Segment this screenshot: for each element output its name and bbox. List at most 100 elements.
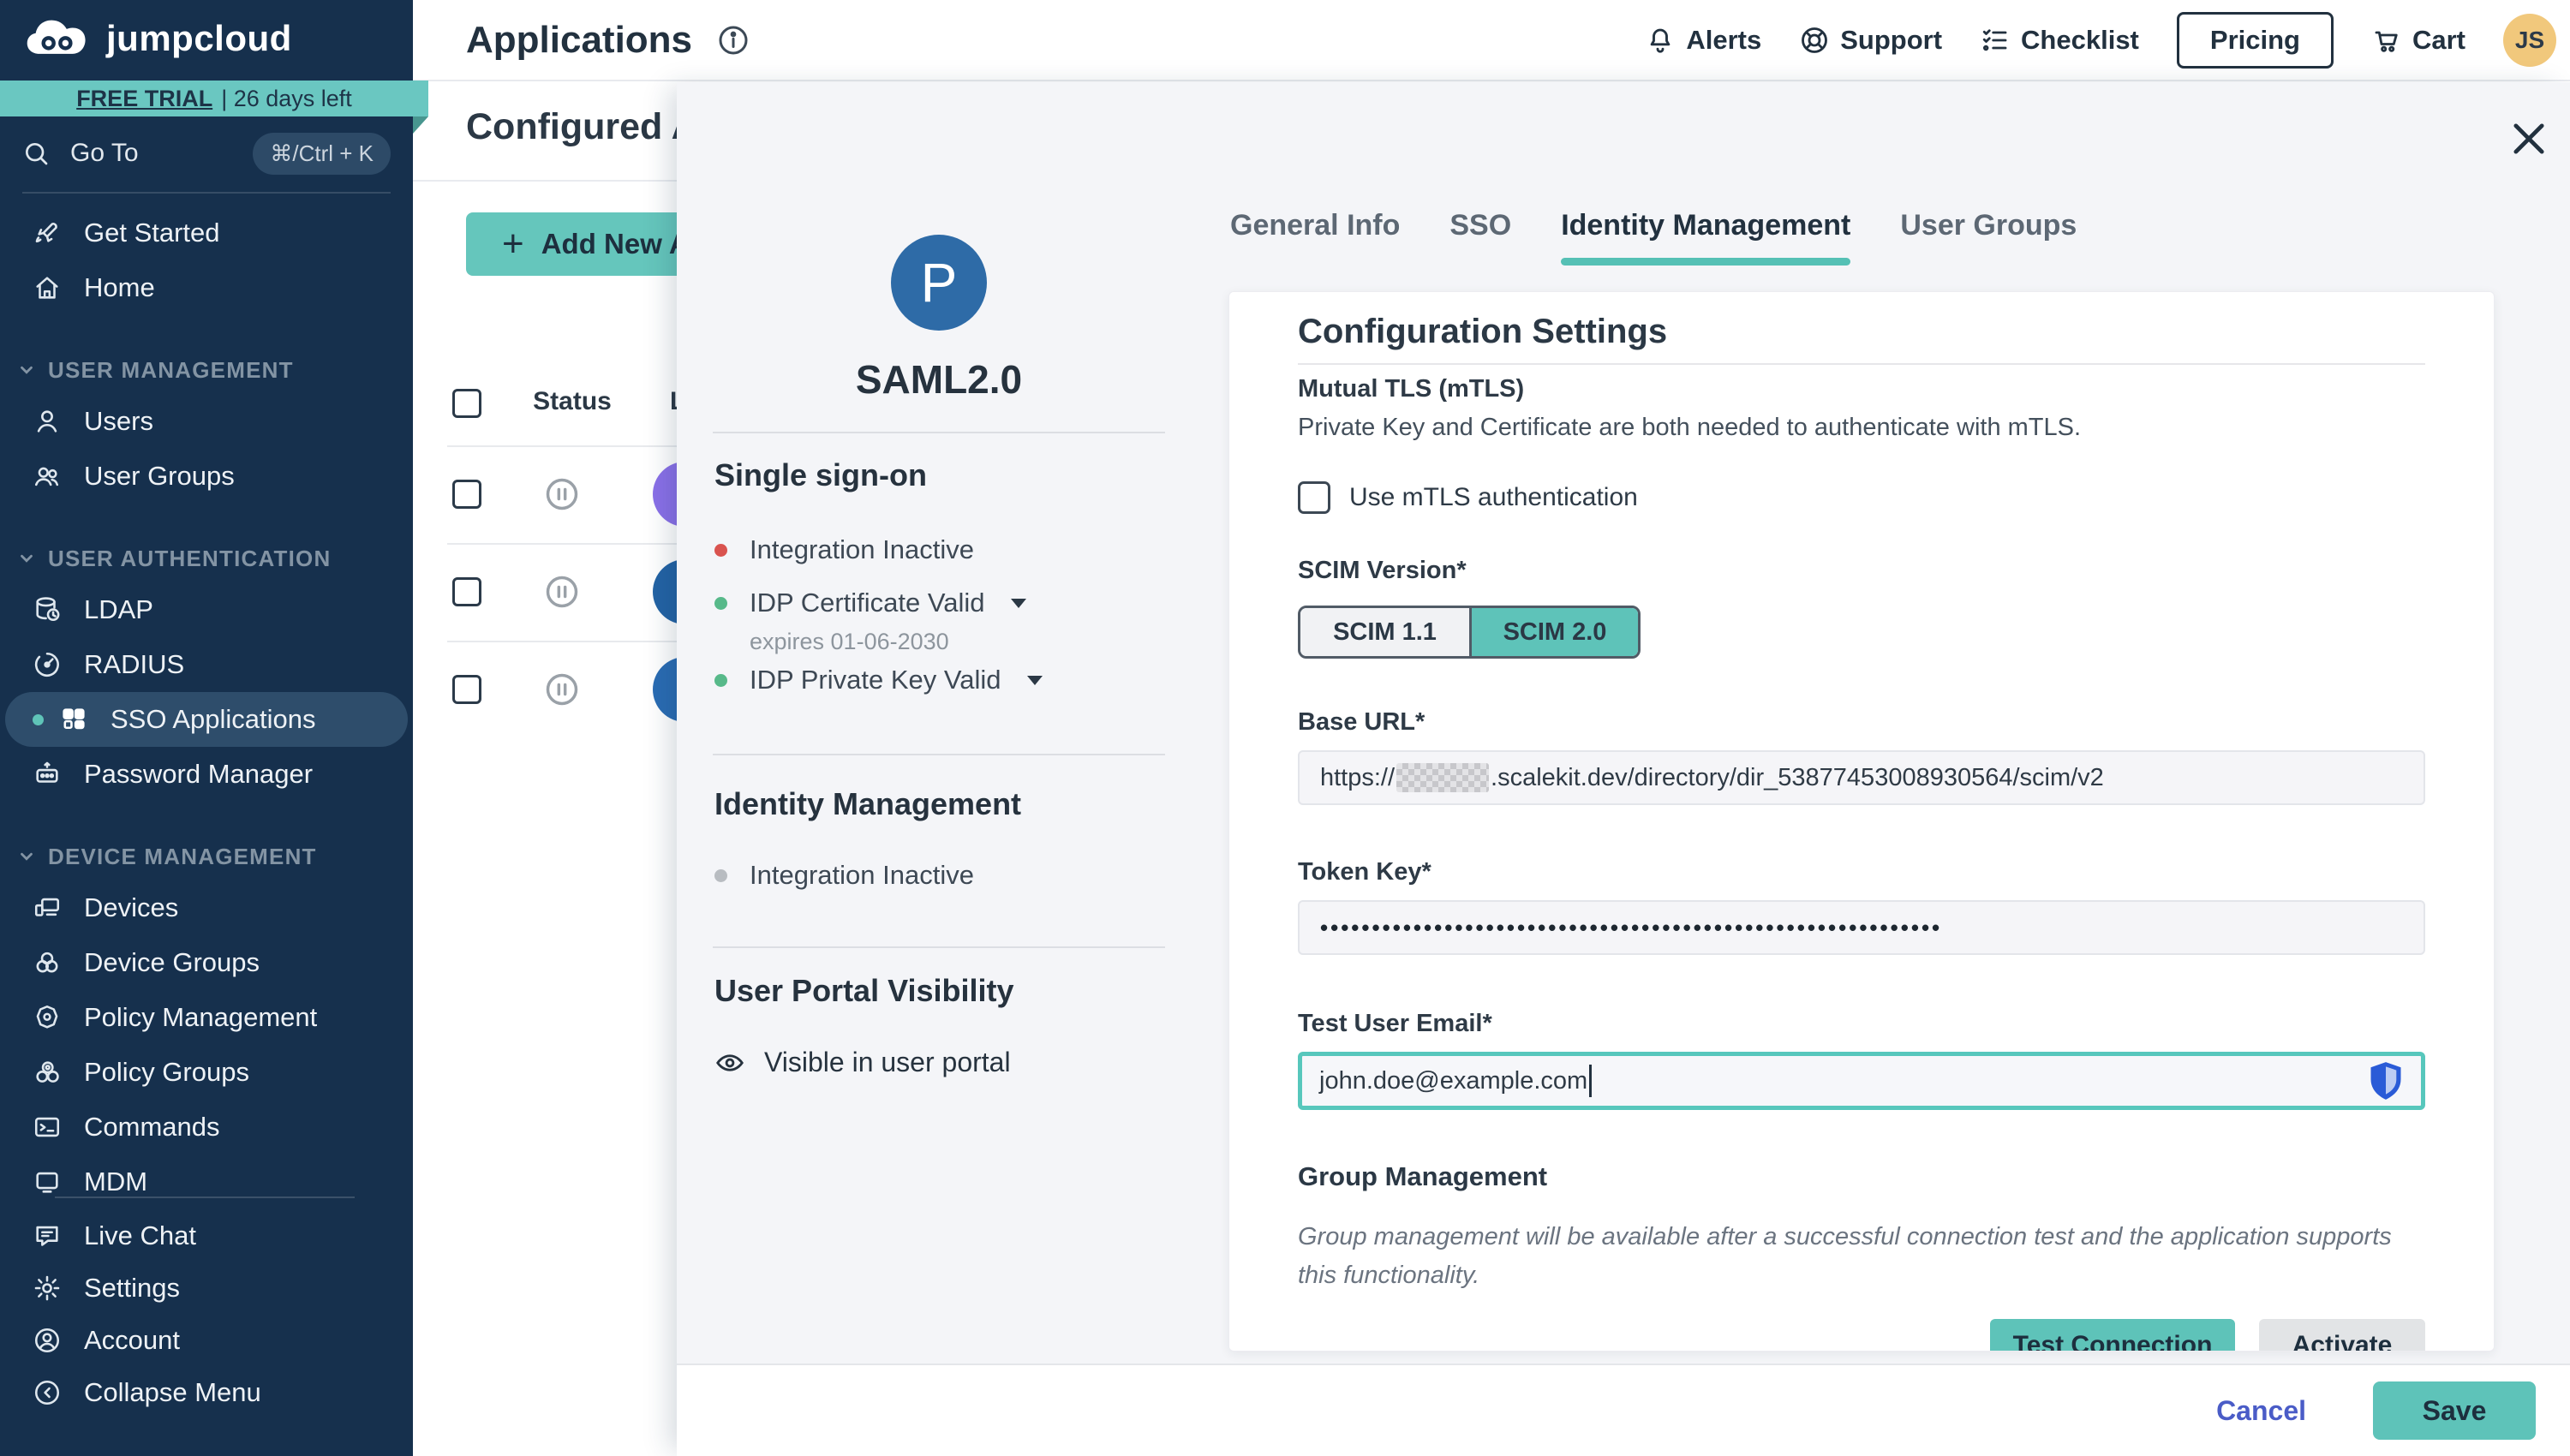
section-header-label: DEVICE MANAGEMENT [48,844,317,870]
test-connection-button[interactable]: Test Connection [1990,1319,2235,1352]
status-dot [714,674,727,687]
paused-status-icon[interactable] [543,671,581,708]
tab-sso[interactable]: SSO [1449,209,1511,262]
base-url-label: Base URL* [1298,708,2425,737]
cancel-button[interactable]: Cancel [2216,1395,2306,1427]
top-header: Applications Alerts Support Checklist Pr… [413,0,2570,81]
sidebar-section-device-management[interactable]: DEVICE MANAGEMENT [0,832,413,880]
caret-down-icon[interactable] [1011,599,1026,608]
sidebar-item-label: Settings [84,1273,180,1304]
sidebar-item-password-manager[interactable]: Password Manager [0,747,413,802]
sidebar-item-get-started[interactable]: Get Started [0,206,413,260]
ldap-database-icon [33,595,62,624]
jumpcloud-logo[interactable]: jumpcloud [0,0,413,60]
sidebar-item-live-chat[interactable]: Live Chat [0,1209,413,1262]
sidebar-item-device-groups[interactable]: Device Groups [0,935,413,990]
account-icon [33,1326,62,1355]
user-icon [33,407,62,436]
sidebar-item-label: Get Started [84,218,220,248]
cart-button[interactable]: Cart [2371,25,2465,56]
sidebar-item-settings[interactable]: Settings [0,1262,413,1314]
sidebar-item-mdm[interactable]: MDM [0,1155,413,1196]
sidebar-item-label: Commands [84,1112,220,1143]
free-trial-banner[interactable]: FREE TRIAL | 26 days left [0,81,428,116]
base-url-suffix: .scalekit.dev/directory/dir_538774530089… [1491,764,2104,792]
header-actions: Alerts Support Checklist Pricing Cart JS [1645,12,2556,69]
sidebar-section-user-authentication[interactable]: USER AUTHENTICATION [0,534,413,582]
sso-status-item[interactable]: IDP Private Key Valid [714,665,1043,695]
row-checkbox[interactable] [452,480,481,509]
status-dot [714,597,727,610]
sidebar-item-account[interactable]: Account [0,1314,413,1366]
sidebar-item-policy-management[interactable]: Policy Management [0,990,413,1045]
select-all-checkbox[interactable] [452,389,481,418]
sso-status-item: Integration Inactive [714,534,974,565]
user-avatar[interactable]: JS [2503,14,2556,67]
email-value: john.doe@example.com [1319,1067,1587,1095]
idm-section-title: Identity Management [714,786,1021,822]
paused-status-icon[interactable] [543,475,581,513]
scim-2-0-option[interactable]: SCIM 2.0 [1469,608,1638,656]
mdm-icon [33,1167,62,1196]
base-url-prefix: https:// [1320,764,1395,792]
pricing-button[interactable]: Pricing [2177,12,2334,69]
mtls-checkbox-label: Use mTLS authentication [1349,483,1638,512]
password-manager-shield-icon[interactable] [2368,1059,2404,1102]
sidebar-item-ldap[interactable]: LDAP [0,582,413,637]
goto-search[interactable]: Go To ⌘/Ctrl + K [0,130,413,176]
close-icon[interactable] [2507,116,2551,161]
collapse-arrow-icon [33,1378,62,1407]
search-icon [22,140,50,167]
sidebar-item-collapse-menu[interactable]: Collapse Menu [0,1366,413,1418]
column-header-status[interactable]: Status [516,387,629,416]
checklist-button[interactable]: Checklist [1980,25,2139,56]
goto-label: Go To [70,139,139,168]
sidebar-item-policy-groups[interactable]: Policy Groups [0,1045,413,1100]
tab-identity-management[interactable]: Identity Management [1561,209,1850,262]
base-url-input[interactable]: https:// .scalekit.dev/directory/dir_5387… [1298,750,2425,805]
paused-status-icon[interactable] [543,573,581,611]
sidebar-item-user-groups[interactable]: User Groups [0,449,413,504]
sidebar-item-commands[interactable]: Commands [0,1100,413,1155]
card-body: Mutual TLS (mTLS) Private Key and Certif… [1229,365,2494,1352]
portal-section-title: User Portal Visibility [714,973,1013,1009]
password-vault-icon [33,760,62,789]
devices-icon [33,893,62,922]
test-user-email-input[interactable]: john.doe@example.com [1298,1052,2425,1110]
caret-down-icon[interactable] [1027,676,1043,685]
tab-user-groups[interactable]: User Groups [1900,209,2077,262]
checklist-icon [1980,25,2011,56]
tab-general-info[interactable]: General Info [1230,209,1400,262]
row-checkbox[interactable] [452,577,481,606]
chevron-down-icon [17,847,36,866]
card-actions: Test Connection Activate [1298,1319,2425,1352]
section-header-label: USER AUTHENTICATION [48,546,331,572]
commands-terminal-icon [33,1113,62,1142]
sidebar-item-users[interactable]: Users [0,394,413,449]
sidebar-item-devices[interactable]: Devices [0,880,413,935]
scim-1-1-option[interactable]: SCIM 1.1 [1300,608,1469,656]
free-trial-label[interactable]: FREE TRIAL [76,86,212,112]
save-button[interactable]: Save [2373,1381,2536,1440]
sidebar-item-label: Password Manager [84,759,313,790]
mtls-checkbox[interactable] [1298,481,1330,514]
section-header-label: USER MANAGEMENT [48,357,294,384]
card-header-divider [1298,363,2425,365]
alerts-button[interactable]: Alerts [1645,25,1761,56]
sso-status-item[interactable]: IDP Certificate Valid [714,588,1026,618]
sidebar-item-radius[interactable]: RADIUS [0,637,413,692]
mtls-checkbox-row: Use mTLS authentication [1298,481,2425,514]
token-key-input[interactable]: ••••••••••••••••••••••••••••••••••••••••… [1298,900,2425,955]
support-button[interactable]: Support [1799,25,1942,56]
sidebar-item-label: Policy Groups [84,1057,249,1088]
idm-status-item: Integration Inactive [714,860,974,891]
status-label: IDP Private Key Valid [750,665,1001,695]
status-label: Integration Inactive [750,860,974,891]
info-icon[interactable] [716,23,750,57]
token-key-label: Token Key* [1298,858,2425,886]
sidebar-section-user-management[interactable]: USER MANAGEMENT [0,346,413,394]
activate-button[interactable]: Activate [2259,1319,2425,1352]
sidebar-item-home[interactable]: Home [0,260,413,315]
sidebar-item-sso-applications[interactable]: SSO Applications [5,692,408,747]
row-checkbox[interactable] [452,675,481,704]
